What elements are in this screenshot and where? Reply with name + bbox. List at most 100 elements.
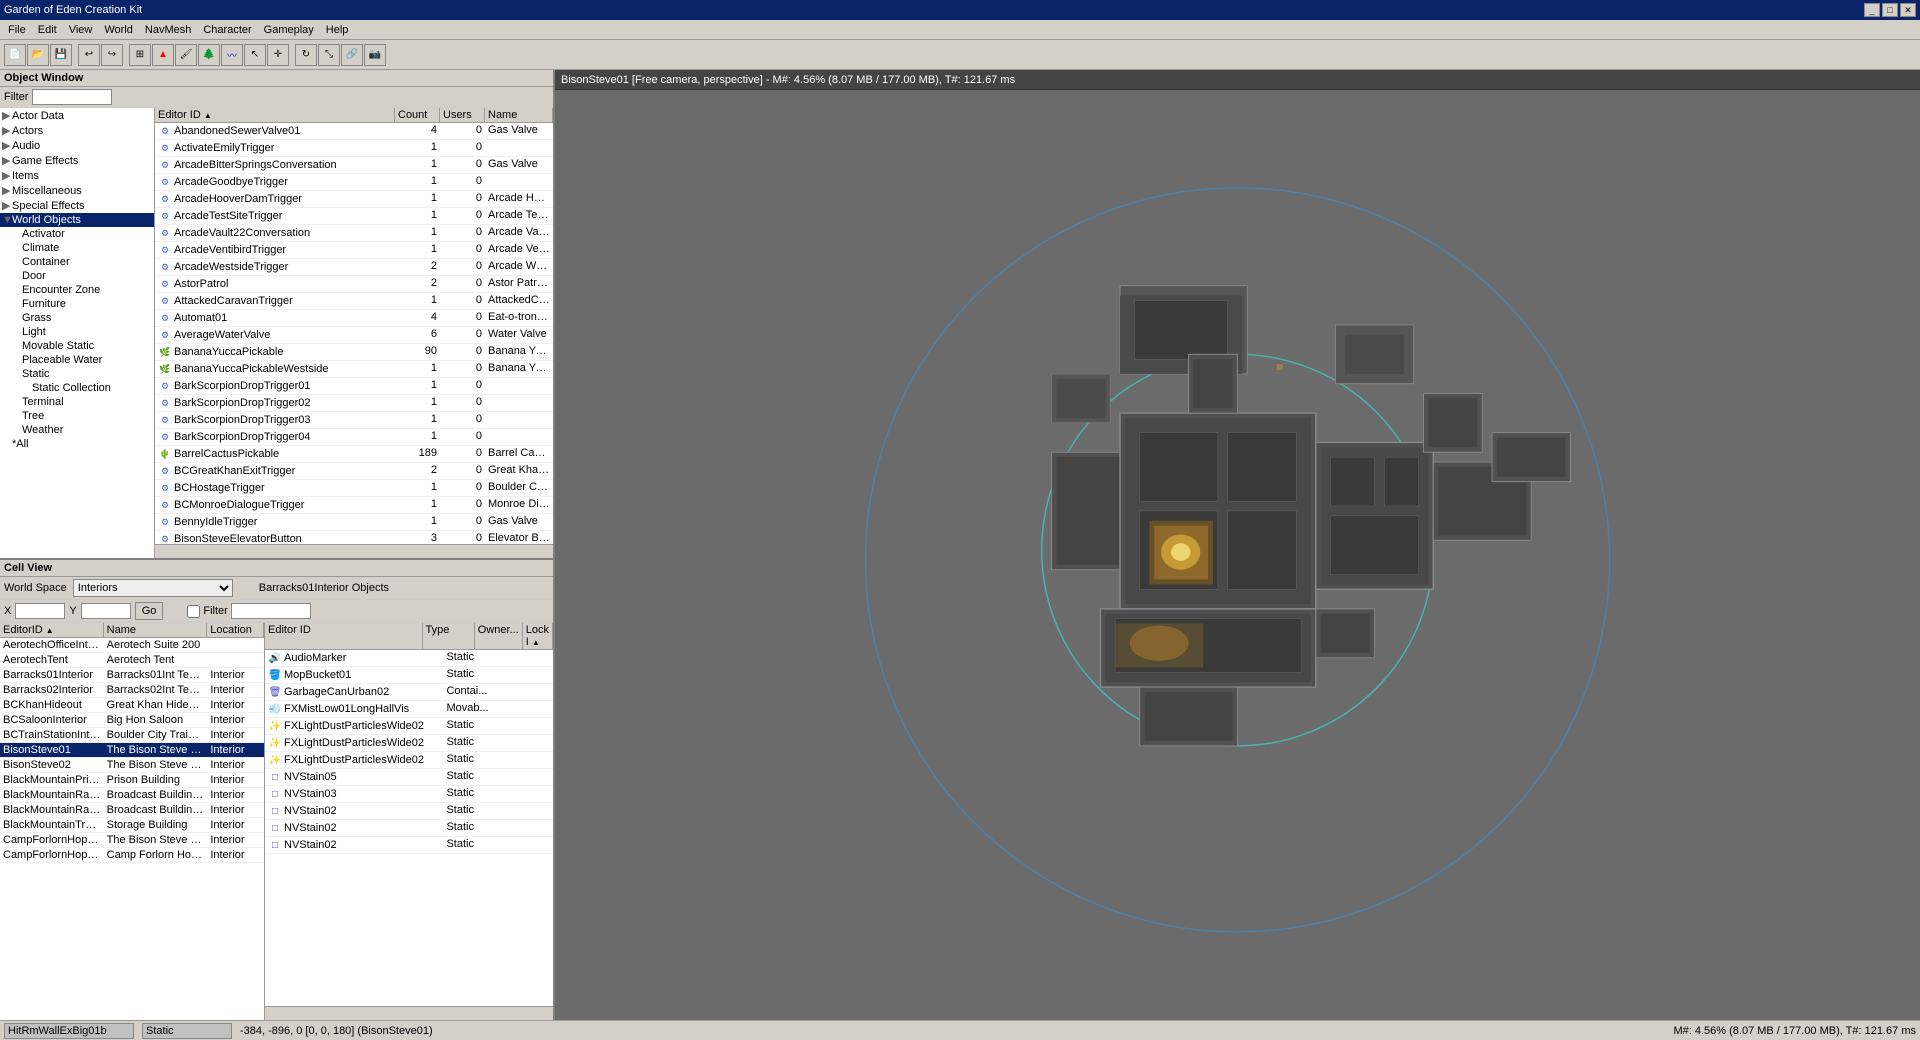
obj-row[interactable]: ⚙ BarkScorpionDropTrigger01 1 0 [155,378,553,395]
toolbar-link[interactable]: 🔗 [341,44,363,66]
co-row[interactable]: ✨ FXLightDustParticlesWide02 Static [265,735,553,752]
obj-row[interactable]: ⚙ ArcadeTestSiteTrigger 1 0 Arcade Test … [155,208,553,225]
menu-view[interactable]: View [63,22,99,38]
tree-item-climate[interactable]: Climate [0,241,154,255]
tree-expand-icon[interactable]: ▶ [2,154,12,167]
toolbar-select[interactable]: ↖ [244,44,266,66]
tree-item-tree[interactable]: Tree [0,409,154,423]
co-row[interactable]: ✨ FXLightDustParticlesWide02 Static [265,752,553,769]
cell-row[interactable]: BisonSteve01 The Bison Steve H... Interi… [0,743,264,758]
co-hscroll[interactable] [265,1006,553,1020]
menu-gameplay[interactable]: Gameplay [258,22,320,38]
toolbar-move[interactable]: ✛ [267,44,289,66]
tree-item-terminal[interactable]: Terminal [0,395,154,409]
cell-row[interactable]: CampForlornHope01 The Bison Steve H... I… [0,833,264,848]
toolbar-undo[interactable]: ↩ [78,44,100,66]
obj-row[interactable]: ⚙ ArcadeGoodbyeTrigger 1 0 [155,174,553,191]
cell-row[interactable]: AerotechTent Aerotech Tent [0,653,264,668]
toolbar-paths[interactable]: 〰 [221,44,243,66]
tree-expand-icon[interactable]: ▶ [2,124,12,137]
tree-item-grass[interactable]: Grass [0,311,154,325]
cell-row[interactable]: BCTrainStationInterior Boulder City Trai… [0,728,264,743]
tree-expand-icon[interactable]: ▼ [2,214,12,226]
cl-col-editor-header[interactable]: EditorID ▲ [0,623,104,637]
tree-item-encounter-zone[interactable]: Encounter Zone [0,283,154,297]
cell-row[interactable]: Barracks01Interior Barracks01Int Tem... … [0,668,264,683]
co-row[interactable]: □ NVStain02 Static [265,820,553,837]
cell-row[interactable]: BlackMountainRadio2 Broadcast Building..… [0,803,264,818]
tree-expand-icon[interactable]: ▶ [2,109,12,122]
col-header-users[interactable]: Users [440,108,485,122]
toolbar-camera[interactable]: 📷 [364,44,386,66]
obj-hscroll[interactable] [155,544,553,558]
tree-item-weather[interactable]: Weather [0,423,154,437]
col-header-editor-id[interactable]: Editor ID ▲ [155,108,395,122]
obj-row[interactable]: ⚙ BarkScorpionDropTrigger04 1 0 [155,429,553,446]
filter-checkbox[interactable] [187,605,200,618]
menu-edit[interactable]: Edit [32,22,63,38]
toolbar-redo[interactable]: ↪ [101,44,123,66]
cell-row[interactable]: BlackMountainRadio Broadcast Building...… [0,788,264,803]
close-button[interactable]: ✕ [1900,3,1916,17]
co-row[interactable]: □ NVStain02 Static [265,803,553,820]
obj-row[interactable]: 🌵 BarrelCactusPickable 189 0 Barrel Cact… [155,446,553,463]
toolbar-paint[interactable]: 🖌 [175,44,197,66]
co-col-owner-header[interactable]: Owner... [475,623,523,649]
tree-item-audio[interactable]: ▶Audio [0,138,154,153]
filter-input[interactable] [32,89,112,105]
obj-row[interactable]: ⚙ ArcadeVentibirdTrigger 1 0 Arcade Vent… [155,242,553,259]
tree-item-light[interactable]: Light [0,325,154,339]
toolbar-grid[interactable]: ⊞ [129,44,151,66]
minimize-button[interactable]: _ [1864,3,1880,17]
cell-row[interactable]: CampForlornHope02 Camp Forlorn Hope ... … [0,848,264,863]
cell-row[interactable]: BCSaloonInterior Big Hon Saloon Interior [0,713,264,728]
obj-row[interactable]: ⚙ BisonSteveElevatorButton 3 0 Elevator … [155,531,553,544]
co-row[interactable]: ✨ FXLightDustParticlesWide02 Static [265,718,553,735]
cl-col-name-header[interactable]: Name [104,623,208,637]
menu-navmesh[interactable]: NavMesh [139,22,197,38]
co-col-lock-header[interactable]: Lock I ▲ [523,623,553,649]
obj-row[interactable]: ⚙ BarkScorpionDropTrigger02 1 0 [155,395,553,412]
cell-row[interactable]: BlackMountainPrison Prison Building Inte… [0,773,264,788]
obj-row[interactable]: ⚙ ArcadeWestsideTrigger 2 0 Arcade Wests… [155,259,553,276]
toolbar-trees[interactable]: 🌲 [198,44,220,66]
obj-row[interactable]: ⚙ BennyIdleTrigger 1 0 Gas Valve [155,514,553,531]
co-col-type-header[interactable]: Type [423,623,475,649]
obj-row[interactable]: 🌿 BananaYuccaPickable 90 0 Banana Yucca [155,344,553,361]
obj-row[interactable]: ⚙ AstorPatrol 2 0 Astor Patrol Stop [155,276,553,293]
obj-row[interactable]: ⚙ AbandonedSewerValve01 4 0 Gas Valve [155,123,553,140]
co-row[interactable]: 🪣 MopBucket01 Static [265,667,553,684]
obj-row[interactable]: ⚙ Automat01 4 0 Eat-o-tron 3000 [155,310,553,327]
y-input[interactable] [81,603,131,619]
tree-item-placeable-water[interactable]: Placeable Water [0,353,154,367]
toolbar-new[interactable]: 📄 [4,44,26,66]
tree-item-items[interactable]: ▶Items [0,168,154,183]
menu-character[interactable]: Character [197,22,257,38]
co-row[interactable]: □ NVStain03 Static [265,786,553,803]
tree-expand-icon[interactable]: ▶ [2,184,12,197]
menu-help[interactable]: Help [320,22,355,38]
toolbar-land[interactable]: ▲ [152,44,174,66]
tree-item-actor-data[interactable]: ▶Actor Data [0,108,154,123]
obj-row[interactable]: ⚙ AttackedCaravanTrigger 1 0 AttackedCar… [155,293,553,310]
tree-expand-icon[interactable]: ▶ [2,169,12,182]
tree-item-all[interactable]: *All [0,437,154,451]
obj-row[interactable]: ⚙ BarkScorpionDropTrigger03 1 0 [155,412,553,429]
world-space-select[interactable]: Interiors Exterior BisonSteve01 [73,579,233,597]
x-input[interactable] [15,603,65,619]
viewport-canvas[interactable] [555,90,1920,1020]
tree-item-miscellaneous[interactable]: ▶Miscellaneous [0,183,154,198]
obj-row[interactable]: ⚙ ArcadeBitterSpringsConversation 1 0 Ga… [155,157,553,174]
cell-row[interactable]: BisonSteve02 The Bison Steve H... Interi… [0,758,264,773]
tree-item-furniture[interactable]: Furniture [0,297,154,311]
co-row[interactable]: 💨 FXMistLow01LongHallVis Movab... [265,701,553,718]
toolbar-open[interactable]: 📂 [27,44,49,66]
cell-row[interactable]: Barracks02Interior Barracks02Int Tem... … [0,683,264,698]
cl-col-location-header[interactable]: Location [207,623,264,637]
maximize-button[interactable]: □ [1882,3,1898,17]
tree-expand-icon[interactable]: ▶ [2,199,12,212]
col-header-count[interactable]: Count [395,108,440,122]
obj-row[interactable]: ⚙ BCMonroeDialogueTrigger 1 0 Monroe Dia… [155,497,553,514]
obj-row[interactable]: 🌿 BananaYuccaPickableWestside 1 0 Banana… [155,361,553,378]
obj-row[interactable]: ⚙ BCGreatKhanExitTrigger 2 0 Great Khan … [155,463,553,480]
